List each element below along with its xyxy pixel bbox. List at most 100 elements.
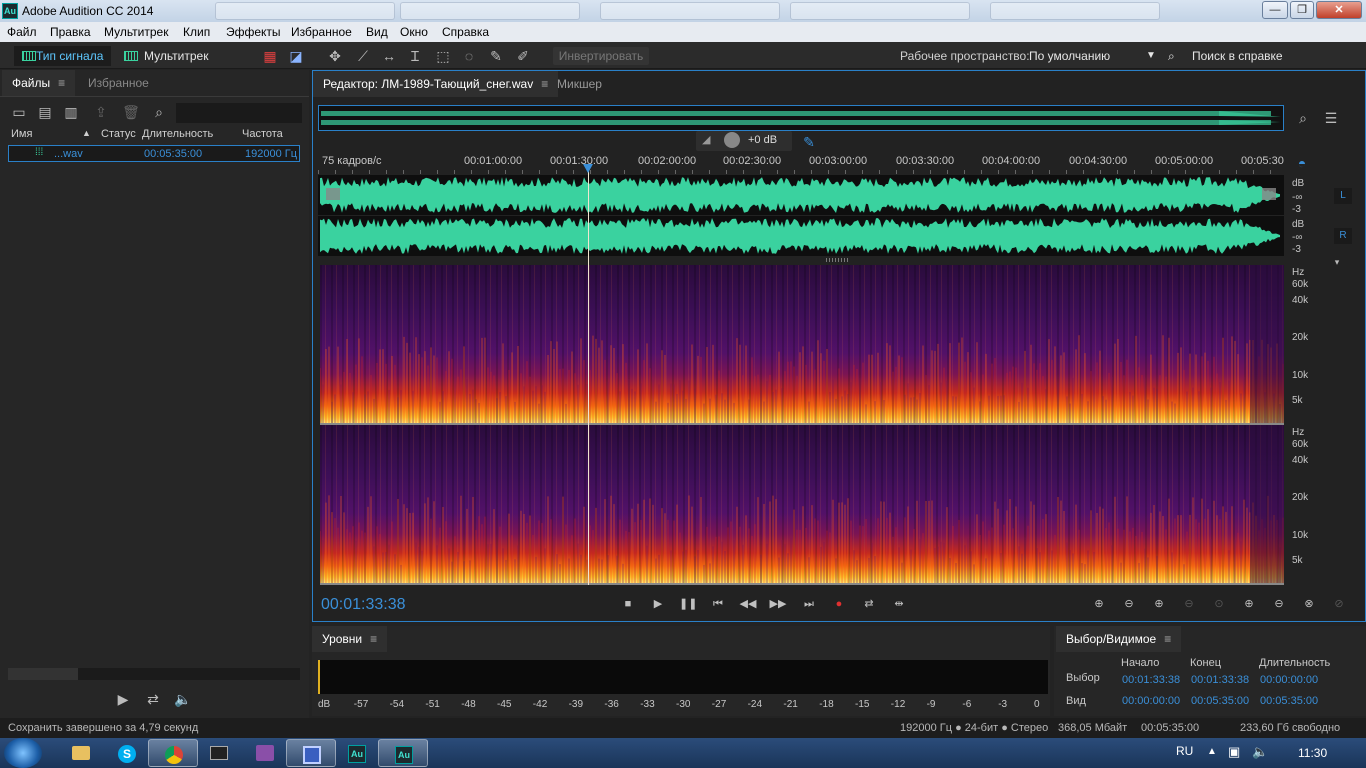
selection-end[interactable]: 00:01:33:38 [1191, 674, 1249, 686]
col-name[interactable]: Имя [11, 128, 32, 140]
spectrogram-right[interactable] [320, 425, 1284, 585]
loop-icon[interactable]: ⇄ [860, 597, 878, 611]
previous-icon[interactable]: ⏮ [709, 597, 727, 611]
move-tool-icon[interactable]: ✥ [326, 47, 344, 65]
pause-icon[interactable]: ❚❚ [679, 597, 697, 611]
razor-tool-icon[interactable]: ⟋ [354, 47, 372, 65]
help-search-input[interactable]: Поиск в справке [1192, 46, 1283, 66]
zoom-out-time-icon[interactable]: ⊖ [1180, 597, 1198, 611]
next-icon[interactable]: ⏭ [800, 597, 818, 611]
play-icon[interactable]: ▶ [114, 690, 132, 708]
zoom-full-icon[interactable]: ⊙ [1210, 597, 1228, 611]
skip-selection-icon[interactable]: ⇹ [890, 597, 908, 611]
tab-favorites[interactable]: Избранное [78, 70, 159, 96]
audition-icon[interactable]: Au [378, 739, 428, 767]
explorer-icon[interactable] [56, 739, 106, 767]
new-file-icon[interactable]: ▥ [62, 103, 80, 121]
waveform-left-channel[interactable] [318, 175, 1284, 215]
stop-icon[interactable]: ■ [619, 597, 637, 611]
files-search-input[interactable] [176, 103, 302, 123]
view-duration[interactable]: 00:05:35:00 [1260, 695, 1318, 707]
channel-left-toggle[interactable]: L [1334, 188, 1352, 204]
tab-files[interactable]: Файлы ≡ [2, 70, 76, 96]
view-end[interactable]: 00:05:35:00 [1191, 695, 1249, 707]
chrome-icon[interactable] [148, 739, 198, 767]
insert-icon[interactable]: ⇪ [92, 103, 110, 121]
files-scrollbar[interactable] [8, 668, 300, 680]
zoom-in-time-icon[interactable]: ⊕ [1150, 597, 1168, 611]
clock[interactable]: 11:30 [1298, 746, 1327, 760]
timeline-ruler[interactable]: 75 кадров/с 00:01:00:00 00:01:30:00 00:0… [318, 152, 1284, 174]
selection-duration[interactable]: 00:00:00:00 [1260, 674, 1318, 686]
spectrogram-left[interactable] [320, 265, 1284, 425]
menu-window[interactable]: Окно [400, 25, 428, 39]
time-selection-tool-icon[interactable]: Ɪ [406, 47, 424, 65]
start-button[interactable] [4, 738, 42, 768]
waveform-view-button[interactable]: Тип сигнала [14, 46, 112, 66]
current-timecode[interactable]: 00:01:33:38 [321, 596, 406, 614]
panel-menu-icon[interactable]: ≡ [1164, 626, 1171, 652]
menu-effects[interactable]: Эффекты [226, 25, 281, 39]
spot-healing-brush-icon[interactable]: ✐ [514, 47, 532, 65]
maximize-button[interactable]: ❐ [1290, 1, 1314, 19]
language-indicator[interactable]: RU [1176, 744, 1193, 758]
audition-icon[interactable]: Au [332, 739, 382, 767]
tab-editor[interactable]: Редактор: ЛМ-1989-Тающий_снег.wav ≡ [313, 71, 559, 97]
zoom-selection-icon[interactable]: ⊗ [1300, 597, 1318, 611]
marquee-selection-icon[interactable]: ⬚ [434, 47, 452, 65]
workspace-select[interactable]: По умолчанию [1029, 46, 1110, 66]
table-row[interactable]: ⁞⁞⁞ ...wav 00:05:35:00 192000 Гц [8, 145, 300, 162]
headphones-icon[interactable]: ◓ [1293, 154, 1311, 172]
menu-view[interactable]: Вид [366, 25, 388, 39]
trash-icon[interactable]: 🗑 [122, 103, 140, 121]
chevron-down-icon[interactable]: ▼ [1146, 46, 1156, 66]
list-icon[interactable]: ☰ [1322, 109, 1340, 127]
menu-edit[interactable]: Правка [50, 25, 91, 39]
menu-help[interactable]: Справка [442, 25, 489, 39]
close-button[interactable]: ✕ [1316, 1, 1362, 19]
slip-tool-icon[interactable]: ↔ [380, 47, 398, 65]
view-start[interactable]: 00:00:00:00 [1122, 695, 1180, 707]
tab-selection-view[interactable]: Выбор/Видимое ≡ [1056, 626, 1182, 652]
import-file-icon[interactable]: ▤ [36, 103, 54, 121]
fast-forward-icon[interactable]: ▶▶ [769, 597, 787, 611]
selection-start[interactable]: 00:01:33:38 [1122, 674, 1180, 686]
col-rate[interactable]: Частота [242, 128, 283, 140]
volume-icon[interactable]: 🔈 [1252, 744, 1268, 760]
playhead-marker[interactable] [582, 164, 593, 173]
save-icon[interactable] [286, 739, 336, 767]
rewind-icon[interactable]: ◀◀ [739, 597, 757, 611]
pin-icon[interactable]: ✎ [800, 133, 818, 151]
loop-icon[interactable]: ⇄ [144, 690, 162, 708]
menu-multitrack[interactable]: Мультитрек [104, 25, 168, 39]
gain-hud[interactable]: ◢ +0 dB [696, 131, 792, 151]
lasso-selection-icon[interactable]: ◌ [460, 47, 478, 65]
terminal-icon[interactable] [194, 739, 244, 767]
zoom-out-point-icon[interactable]: ⊖ [1270, 597, 1288, 611]
zoom-out-amplitude-icon[interactable]: ⊖ [1120, 597, 1138, 611]
menu-favorites[interactable]: Избранное [291, 25, 352, 39]
tab-mixer[interactable]: Микшер [547, 71, 612, 97]
brush-selection-icon[interactable]: ✎ [487, 47, 505, 65]
zoom-in-point-icon[interactable]: ⊕ [1240, 597, 1258, 611]
col-duration[interactable]: Длительность [142, 128, 213, 140]
panel-menu-icon[interactable]: ≡ [58, 70, 65, 96]
tab-levels[interactable]: Уровни ≡ [312, 626, 388, 652]
zoom-in-amplitude-icon[interactable]: ⊕ [1090, 597, 1108, 611]
search-icon[interactable]: ⌕ [150, 103, 168, 121]
zoom-selection-icon[interactable]: ⌕ [1294, 109, 1312, 127]
open-file-icon[interactable]: ▭ [10, 103, 28, 121]
play-icon[interactable]: ▶ [649, 597, 667, 611]
autoplay-speaker-icon[interactable]: 🔈 [174, 690, 192, 708]
invert-button[interactable]: Инвертировать [553, 47, 649, 65]
channel-right-toggle[interactable]: R [1334, 228, 1352, 244]
tray-expand-icon[interactable]: ▲ [1207, 746, 1217, 757]
fade-in-handle[interactable] [326, 188, 340, 200]
spectral-display-icon[interactable]: ▦ [261, 47, 279, 65]
record-icon[interactable]: ● [830, 597, 848, 611]
menu-clip[interactable]: Клип [183, 25, 210, 39]
skype-icon[interactable]: S [102, 739, 152, 767]
zoom-reset-icon[interactable]: ⊘ [1330, 597, 1348, 611]
minimize-button[interactable]: — [1262, 1, 1288, 19]
winrar-icon[interactable] [240, 739, 290, 767]
